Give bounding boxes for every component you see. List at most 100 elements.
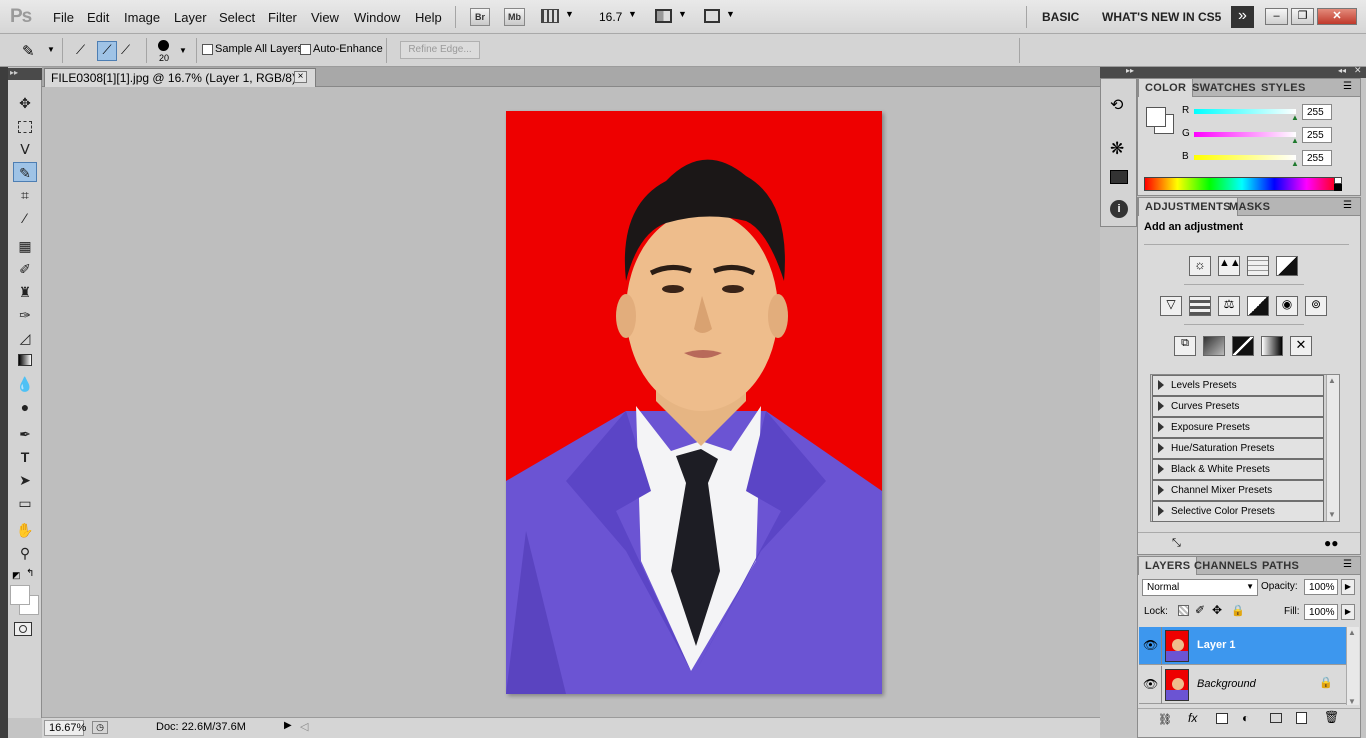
brush-preview-icon[interactable]: [158, 40, 169, 51]
threshold-icon[interactable]: [1232, 336, 1254, 356]
history-panel-icon[interactable]: ⟲: [1110, 95, 1123, 115]
foreground-color-swatch[interactable]: [10, 585, 30, 605]
menu-help[interactable]: Help: [415, 10, 442, 25]
levels-icon[interactable]: ▲▲: [1218, 256, 1241, 276]
close-window-button[interactable]: ✕: [1317, 8, 1357, 25]
preset-curves[interactable]: Curves Presets: [1152, 396, 1324, 417]
g-slider[interactable]: [1194, 132, 1296, 137]
panel-menu-icon[interactable]: ☰: [1343, 559, 1352, 570]
brush-tool-icon[interactable]: ✐: [13, 259, 37, 279]
sample-all-layers-checkbox[interactable]: [202, 44, 213, 55]
r-slider-handle-icon[interactable]: ▲: [1291, 113, 1299, 122]
foreground-color-swatch[interactable]: [1146, 107, 1166, 127]
quick-selection-tool-icon[interactable]: ✎: [22, 42, 35, 60]
scroll-down-icon[interactable]: ▼: [1348, 697, 1356, 706]
document-tab[interactable]: FILE0308[1][1].jpg @ 16.7% (Layer 1, RGB…: [44, 68, 316, 87]
navigator-panel-icon[interactable]: ❋: [1110, 139, 1124, 159]
tab-swatches[interactable]: SWATCHES: [1186, 79, 1262, 97]
white-swatch[interactable]: [1334, 177, 1342, 184]
histogram-panel-icon[interactable]: [1110, 170, 1128, 184]
minimize-button[interactable]: –: [1265, 8, 1288, 25]
expanded-view-icon[interactable]: ⤡: [1172, 537, 1181, 550]
photo-filter-icon[interactable]: ◉: [1276, 296, 1298, 316]
screen-mode-icon[interactable]: [704, 9, 720, 23]
menu-window[interactable]: Window: [354, 10, 400, 25]
chevron-down-icon[interactable]: ▼: [47, 45, 55, 54]
close-panels-icon[interactable]: ✕: [1354, 65, 1362, 76]
brightness-contrast-icon[interactable]: ☼: [1189, 256, 1211, 276]
lasso-tool-icon[interactable]: ᐯ: [13, 139, 37, 159]
g-value-input[interactable]: 255: [1302, 127, 1332, 143]
b-slider-handle-icon[interactable]: ▲: [1291, 159, 1299, 168]
layer-name[interactable]: Background: [1197, 678, 1256, 690]
clone-stamp-tool-icon[interactable]: ♜: [13, 282, 37, 302]
black-swatch[interactable]: [1334, 184, 1342, 191]
preset-channel-mixer[interactable]: Channel Mixer Presets: [1152, 480, 1324, 501]
type-tool-icon[interactable]: T: [13, 447, 37, 467]
preset-selective-color[interactable]: Selective Color Presets: [1152, 501, 1324, 522]
adjustment-layer-icon[interactable]: ◐: [1242, 711, 1249, 725]
quick-mask-icon[interactable]: [14, 622, 32, 636]
color-balance-icon[interactable]: ⚖: [1218, 296, 1240, 316]
fill-arrow-icon[interactable]: ▶: [1341, 604, 1355, 620]
document-image[interactable]: [506, 111, 882, 694]
quick-selection-tool-icon[interactable]: ✎: [13, 162, 37, 182]
b-value-input[interactable]: 255: [1302, 150, 1332, 166]
info-panel-icon[interactable]: i: [1110, 200, 1128, 218]
clip-to-layer-icon[interactable]: ●●: [1324, 536, 1339, 550]
hand-tool-icon[interactable]: ✋: [13, 520, 37, 540]
gradient-tool-icon[interactable]: [13, 351, 37, 371]
exposure-icon[interactable]: [1276, 256, 1298, 276]
menu-image[interactable]: Image: [124, 10, 160, 25]
eraser-tool-icon[interactable]: ◿: [13, 328, 37, 348]
mini-bridge-button[interactable]: Mb: [504, 8, 525, 26]
workspace-whats-new[interactable]: WHAT'S NEW IN CS5: [1102, 10, 1221, 24]
fill-input[interactable]: 100%: [1304, 604, 1338, 620]
zoom-tool-icon[interactable]: ⚲: [13, 543, 37, 563]
g-slider-handle-icon[interactable]: ▲: [1291, 136, 1299, 145]
status-zoom-field[interactable]: 16.67%: [44, 720, 86, 736]
auto-enhance-checkbox[interactable]: [300, 44, 311, 55]
preset-exposure[interactable]: Exposure Presets: [1152, 417, 1324, 438]
b-slider[interactable]: [1194, 155, 1296, 160]
tab-styles[interactable]: STYLES: [1255, 79, 1312, 97]
layer-row-layer-1[interactable]: 👁 Layer 1: [1139, 627, 1359, 665]
color-spectrum-ramp[interactable]: [1144, 177, 1340, 191]
add-to-selection-icon[interactable]: ⟋: [97, 41, 117, 61]
chevron-down-icon[interactable]: ▼: [179, 46, 187, 55]
tools-header[interactable]: ▸▸: [8, 68, 42, 80]
opacity-arrow-icon[interactable]: ▶: [1341, 579, 1355, 595]
dodge-tool-icon[interactable]: ●: [13, 397, 37, 417]
lock-paint-icon[interactable]: ✐: [1195, 603, 1205, 617]
more-workspaces-button[interactable]: »: [1231, 6, 1254, 28]
workspace-basic[interactable]: BASIC: [1042, 10, 1079, 24]
visibility-eye-icon[interactable]: 👁: [1143, 638, 1158, 652]
vibrance-icon[interactable]: ▽: [1160, 296, 1182, 316]
chevron-down-icon[interactable]: ▼: [565, 9, 574, 19]
chevron-down-icon[interactable]: ▼: [678, 9, 687, 19]
r-slider[interactable]: [1194, 109, 1296, 114]
lock-all-icon[interactable]: 🔒: [1231, 604, 1245, 617]
visibility-eye-icon[interactable]: 👁: [1143, 677, 1158, 691]
new-group-icon[interactable]: [1270, 713, 1282, 723]
history-brush-tool-icon[interactable]: ✑: [13, 305, 37, 325]
menu-view[interactable]: View: [311, 10, 339, 25]
panel-menu-icon[interactable]: ☰: [1343, 200, 1352, 211]
presets-scrollbar[interactable]: [1326, 375, 1339, 521]
preset-levels[interactable]: Levels Presets: [1152, 375, 1324, 396]
black-white-icon[interactable]: [1247, 296, 1269, 316]
swap-colors-icon[interactable]: ↰: [26, 568, 34, 579]
r-value-input[interactable]: 255: [1302, 104, 1332, 120]
default-colors-icon[interactable]: ◩: [12, 570, 21, 581]
layer-style-icon[interactable]: fx: [1188, 711, 1197, 725]
tab-paths[interactable]: PATHS: [1256, 557, 1305, 575]
menu-filter[interactable]: Filter: [268, 10, 297, 25]
layer-row-background[interactable]: 👁 Background 🔒: [1139, 666, 1359, 704]
menu-layer[interactable]: Layer: [174, 10, 207, 25]
restore-button[interactable]: ❐: [1291, 8, 1314, 25]
refine-edge-button[interactable]: Refine Edge...: [400, 41, 480, 59]
new-layer-icon[interactable]: [1296, 712, 1307, 724]
view-extras-icon[interactable]: [541, 9, 559, 23]
status-menu-arrow-icon[interactable]: ▶: [284, 720, 296, 736]
expand-panels-icon[interactable]: ▸▸: [1126, 66, 1134, 75]
